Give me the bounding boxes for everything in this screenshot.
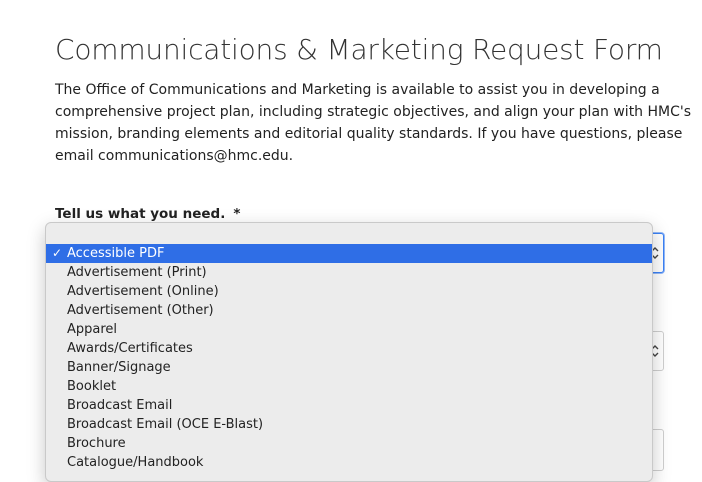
option-brochure[interactable]: Brochure (46, 434, 652, 453)
option-label: Broadcast Email (OCE E-Blast) (67, 417, 264, 432)
intro-line: mission, branding elements and editorial… (55, 126, 683, 142)
option-advertisement-print[interactable]: Advertisement (Print) (46, 263, 652, 282)
option-label: Advertisement (Online) (67, 284, 219, 299)
option-booklet[interactable]: Booklet (46, 377, 652, 396)
option-broadcast-email[interactable]: Broadcast Email (46, 396, 652, 415)
option-label: Awards/Certificates (67, 341, 193, 356)
option-label: Apparel (67, 322, 118, 337)
check-icon: ✓ (51, 246, 63, 260)
intro-paragraph: The Office of Communications and Marketi… (55, 79, 692, 167)
option-accessible-pdf[interactable]: ✓ Accessible PDF (46, 244, 652, 263)
required-marker: * (233, 206, 241, 222)
intro-line: comprehensive project plan, including st… (55, 104, 692, 120)
intro-line: The Office of Communications and Marketi… (55, 82, 660, 98)
option-label: Broadcast Email (67, 398, 173, 413)
option-label: Accessible PDF (67, 246, 165, 261)
option-advertisement-other[interactable]: Advertisement (Other) (46, 301, 652, 320)
need-dropdown-menu[interactable]: ✓ Accessible PDF Advertisement (Print) A… (45, 222, 653, 482)
option-label: Advertisement (Print) (67, 265, 207, 280)
option-banner-signage[interactable]: Banner/Signage (46, 358, 652, 377)
option-advertisement-online[interactable]: Advertisement (Online) (46, 282, 652, 301)
option-apparel[interactable]: Apparel (46, 320, 652, 339)
option-label: Advertisement (Other) (67, 303, 214, 318)
option-label: Booklet (67, 379, 117, 394)
option-broadcast-email-oce[interactable]: Broadcast Email (OCE E-Blast) (46, 415, 652, 434)
option-label: Banner/Signage (67, 360, 171, 375)
option-awards-certificates[interactable]: Awards/Certificates (46, 339, 652, 358)
need-field-label-text: Tell us what you need. (55, 206, 226, 222)
intro-line: email communications@hmc.edu. (55, 148, 294, 164)
option-label: Brochure (67, 436, 126, 451)
need-field-label: Tell us what you need. * (55, 204, 240, 224)
page-title: Communications & Marketing Request Form (55, 33, 663, 66)
